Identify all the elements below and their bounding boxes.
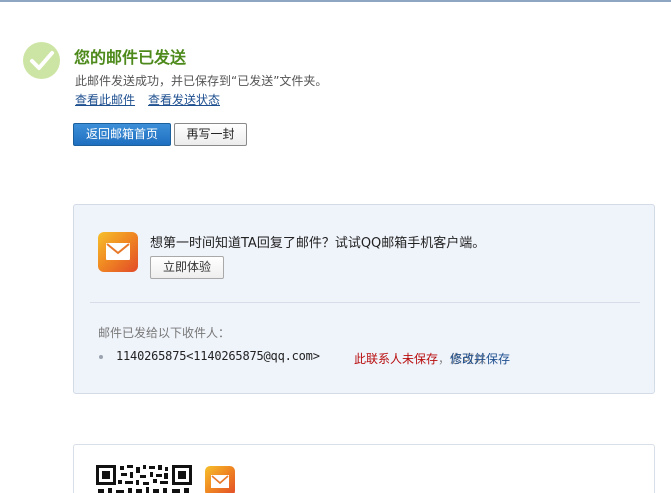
qr-code-icon <box>96 465 192 493</box>
promo-text: 想第一时间知道TA回复了邮件？试试QQ邮箱手机客户端。 <box>150 236 486 251</box>
try-now-button[interactable]: 立即体验 <box>150 256 224 279</box>
view-status-link[interactable]: 查看发送状态 <box>148 91 220 108</box>
view-mail-link[interactable]: 查看此邮件 <box>75 91 135 108</box>
edit-and-save-link[interactable]: 修改并保存 <box>450 350 510 367</box>
divider <box>90 302 640 303</box>
check-icon <box>23 42 60 79</box>
promo-panel: 想第一时间知道TA回复了邮件？试试QQ邮箱手机客户端。 立即体验 邮件已发给以下… <box>73 204 655 394</box>
qq-mail-app-icon <box>205 466 235 493</box>
contact-unsaved-status: 此联系人未保存 <box>354 352 439 366</box>
success-description: 此邮件发送成功，并已保存到“已发送”文件夹。 <box>75 74 328 88</box>
recipients-label: 邮件已发给以下收件人： <box>98 326 231 340</box>
envelope-icon <box>106 243 130 260</box>
back-to-inbox-button[interactable]: 返回邮箱首页 <box>73 123 171 146</box>
write-another-button[interactable]: 再写一封 <box>174 123 247 146</box>
qq-mail-app-icon <box>98 232 138 272</box>
top-border <box>0 0 671 2</box>
download-panel <box>73 444 655 493</box>
envelope-icon <box>211 475 229 488</box>
recipient-address: 1140265875<1140265875@qq.com> <box>116 349 320 363</box>
page-title: 您的邮件已发送 <box>74 48 187 67</box>
list-bullet <box>99 355 103 359</box>
